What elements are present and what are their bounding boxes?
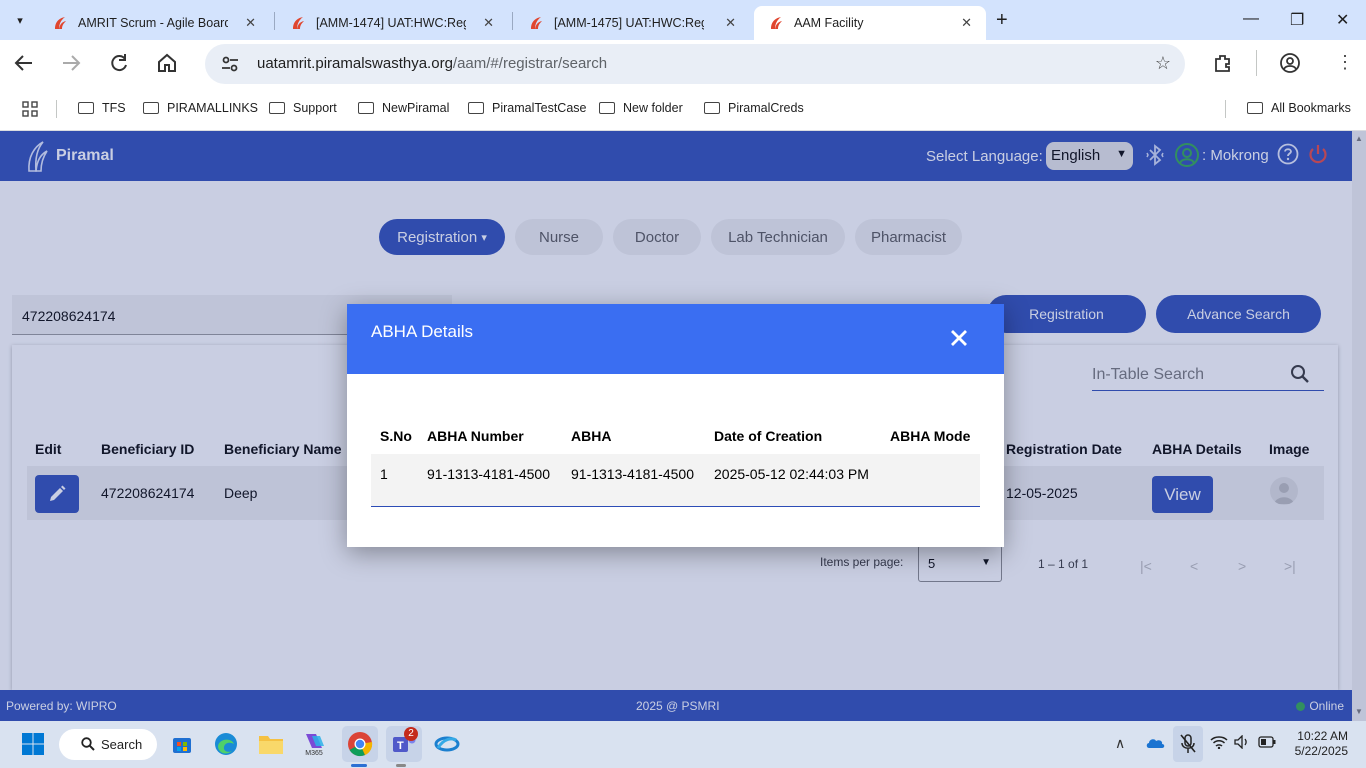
volume-icon[interactable] [1234,734,1250,752]
cell-abha-number: 91-1313-4181-4500 [427,466,550,482]
cell-sno: 1 [380,466,388,482]
search-icon [81,737,95,754]
close-icon[interactable] [947,326,971,350]
site-settings-icon[interactable] [220,54,240,77]
cell-abha: 91-1313-4181-4500 [571,466,694,482]
windows-taskbar: Search M365 T 2 ∧ 10:22 AM 5/22/2025 [0,721,1366,768]
windows-start-icon[interactable] [18,729,48,759]
tab-amm-1474[interactable]: [AMM-1474] UAT:HWC:Registration... ✕ [276,6,508,40]
microphone-muted-icon[interactable] [1173,726,1203,762]
system-clock[interactable]: 10:22 AM 5/22/2025 [1290,729,1348,759]
close-tab-icon[interactable]: ✕ [725,15,736,31]
piramal-favicon-icon [52,15,68,31]
chrome-icon[interactable] [342,726,378,762]
bookmark-support[interactable]: Support [269,101,337,115]
bookmarks-bar: TFS PIRAMALLINKS Support NewPiramal Pira… [0,88,1366,131]
back-icon[interactable] [13,52,35,80]
svg-text:T: T [397,740,404,752]
piramal-favicon-icon [768,15,784,31]
onedrive-icon[interactable] [1145,735,1165,752]
tab-separator [512,12,513,30]
close-tab-icon[interactable]: ✕ [245,15,256,31]
bookmark-tfs[interactable]: TFS [78,101,126,115]
edge-icon[interactable] [211,729,241,759]
bookmark-newpiramal[interactable]: NewPiramal [358,101,449,115]
clock-time: 10:22 AM [1297,729,1348,743]
tab-amm-1475[interactable]: [AMM-1475] UAT:HWC:Registration... ✕ [514,6,750,40]
col-header-sno: S.No [380,428,412,444]
home-icon[interactable] [156,52,178,80]
all-bookmarks[interactable]: All Bookmarks [1247,101,1351,115]
close-tab-icon[interactable]: ✕ [483,15,494,31]
dialog-header: ABHA Details [347,304,1004,374]
forward-icon[interactable] [60,52,82,80]
active-app-indicator [351,764,367,767]
teams-notification-badge: 2 [404,727,418,741]
folder-icon [704,102,720,114]
col-header-abha: ABHA [571,428,612,444]
apps-grid-icon[interactable] [22,101,38,117]
browser-tabstrip: ▾ AMRIT Scrum - Agile Board ✕ [AMM-1474]… [0,0,1366,40]
azure-data-studio-icon[interactable] [432,729,462,759]
address-bar[interactable]: uatamrit.piramalswasthya.org/aam/#/regis… [205,44,1185,84]
folder-icon [269,102,285,114]
dialog-title: ABHA Details [371,322,474,341]
extensions-icon[interactable] [1212,52,1234,79]
cell-date-of-creation: 2025-05-12 02:44:03 PM [714,466,869,482]
browser-toolbar: uatamrit.piramalswasthya.org/aam/#/regis… [0,40,1366,88]
tab-separator [274,12,275,30]
folder-icon [468,102,484,114]
folder-icon [143,102,159,114]
close-tab-icon[interactable]: ✕ [961,15,972,31]
tab-amrit-scrum[interactable]: AMRIT Scrum - Agile Board ✕ [38,6,270,40]
col-header-abha-number: ABHA Number [427,428,524,444]
tab-aam-facility[interactable]: AAM Facility ✕ [754,6,986,40]
taskbar-search[interactable]: Search [59,729,157,760]
bookmark-piramalcreds[interactable]: PiramalCreds [704,101,804,115]
clock-date: 5/22/2025 [1294,744,1348,758]
file-explorer-icon[interactable] [256,729,286,759]
reload-icon[interactable] [108,52,130,80]
show-hidden-icons-chevron-icon[interactable]: ∧ [1115,735,1125,752]
profile-icon[interactable] [1279,52,1301,79]
piramal-favicon-icon [290,15,306,31]
restore-icon[interactable]: ❐ [1290,10,1304,30]
bookmarks-divider [56,100,57,118]
tab-search-chevron-icon[interactable]: ▾ [8,8,32,32]
piramal-favicon-icon [528,15,544,31]
bookmark-piramallinks[interactable]: PIRAMALLINKS [143,101,258,115]
browser-menu-icon[interactable]: ⋮ [1336,52,1354,73]
bookmark-star-icon[interactable]: ☆ [1155,53,1171,74]
folder-icon [599,102,615,114]
folder-icon [358,102,374,114]
toolbar-divider [1256,50,1257,76]
minimize-icon[interactable]: — [1243,10,1259,28]
folder-icon [78,102,94,114]
m365-icon[interactable]: M365 [299,729,329,759]
bookmarks-divider [1225,100,1226,118]
col-header-abha-mode: ABHA Mode [890,428,971,444]
wifi-icon[interactable] [1210,735,1228,752]
bookmark-new-folder[interactable]: New folder [599,101,683,115]
store-icon[interactable] [167,729,197,759]
close-window-icon[interactable]: ✕ [1336,10,1349,30]
url-text: uatamrit.piramalswasthya.org/aam/#/regis… [257,55,608,72]
col-header-date-of-creation: Date of Creation [714,428,823,444]
new-tab-icon[interactable]: + [996,9,1008,32]
running-app-indicator [396,764,406,767]
folder-icon [1247,102,1263,114]
battery-icon[interactable] [1258,735,1276,751]
bookmark-piramaltestcase[interactable]: PiramalTestCase [468,101,586,115]
abha-details-dialog: ABHA Details S.No ABHA Number ABHA Date … [347,304,1004,547]
